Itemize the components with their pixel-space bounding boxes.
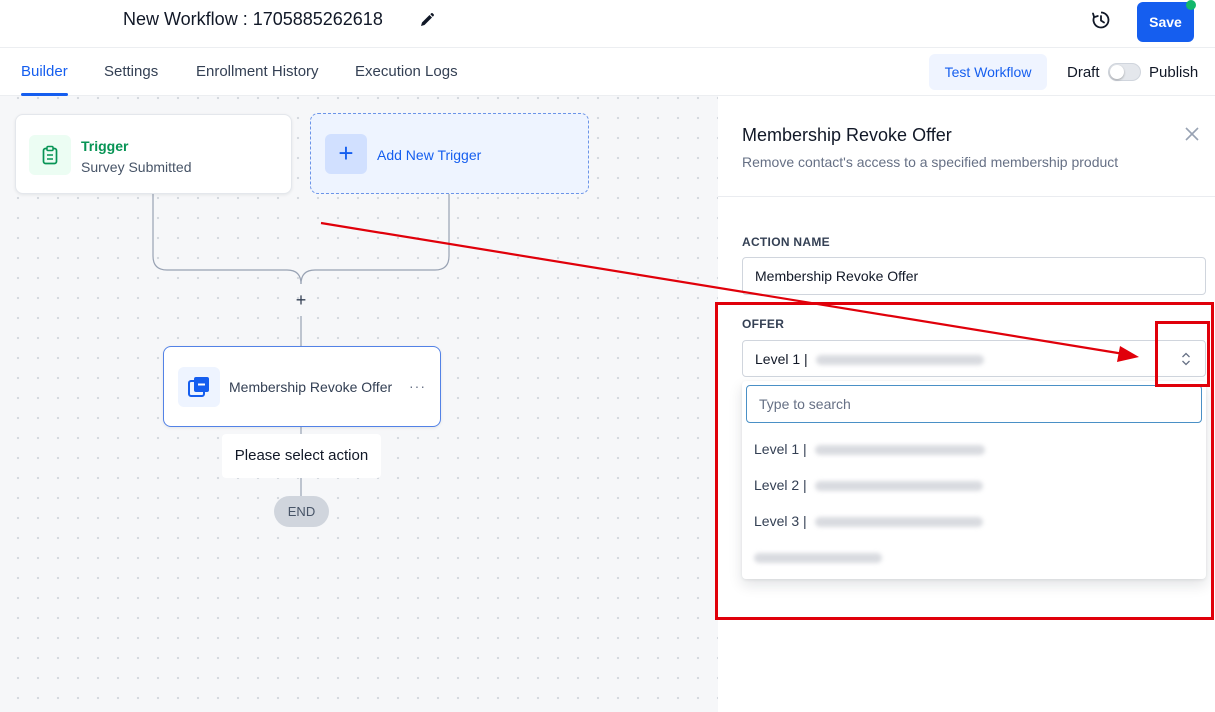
end-node: END — [274, 496, 329, 527]
plus-icon: + — [325, 134, 367, 174]
clipboard-icon — [42, 145, 58, 165]
option-label: Level 3 | — [754, 513, 807, 529]
tabs-bar: Builder Settings Enrollment History Exec… — [0, 48, 1215, 96]
chevron-up-down-icon[interactable] — [1180, 350, 1192, 368]
offer-selected-text: Level 1 | — [755, 351, 808, 367]
action-name-label: ACTION NAME — [742, 235, 830, 249]
select-action-tooltip: Please select action — [222, 434, 381, 478]
blurred-text — [815, 355, 984, 366]
blurred-text — [814, 481, 983, 492]
trigger-card[interactable]: Trigger Survey Submitted — [15, 114, 292, 194]
option-label: Level 1 | — [754, 441, 807, 457]
more-options-icon[interactable]: ··· — [409, 378, 426, 394]
search-input[interactable] — [746, 385, 1202, 423]
offer-label: OFFER — [742, 317, 785, 331]
blurred-text — [814, 445, 985, 456]
add-new-trigger-label: Add New Trigger — [377, 147, 482, 163]
option-label: Level 2 | — [754, 477, 807, 493]
offer-select[interactable]: Level 1 | — [742, 340, 1206, 377]
tab-execution-logs[interactable]: Execution Logs — [355, 63, 458, 80]
dropdown-option[interactable] — [742, 539, 1206, 575]
blurred-text — [754, 553, 882, 564]
save-button[interactable]: Save — [1137, 2, 1194, 42]
tab-builder[interactable]: Builder — [21, 63, 68, 80]
top-bar: New Workflow : 1705885262618 Save — [0, 0, 1215, 48]
tab-enrollment-history[interactable]: Enrollment History — [196, 63, 319, 80]
draft-label: Draft — [1067, 64, 1100, 81]
membership-icon — [188, 377, 209, 397]
dropdown-option[interactable]: Level 3 | — [742, 503, 1206, 539]
unsaved-status-dot — [1186, 0, 1196, 10]
workflow-canvas[interactable]: Trigger Survey Submitted + Add New Trigg… — [0, 96, 718, 712]
action-config-panel: Membership Revoke Offer Remove contact's… — [718, 96, 1215, 712]
action-card-label: Membership Revoke Offer — [229, 379, 393, 395]
publish-toggle[interactable] — [1108, 63, 1141, 81]
add-step-plus-icon[interactable]: + — [293, 291, 309, 309]
trigger-title: Trigger — [81, 138, 129, 154]
trigger-icon-box — [29, 135, 71, 175]
dropdown-option[interactable]: Level 1 | — [742, 431, 1206, 467]
offer-selected-value: Level 1 | — [755, 351, 984, 367]
history-icon[interactable] — [1091, 10, 1111, 30]
offer-dropdown-menu: Level 1 | Level 2 | Level 3 | — [742, 381, 1206, 579]
action-name-input[interactable] — [742, 257, 1206, 295]
tab-settings[interactable]: Settings — [104, 63, 158, 80]
test-workflow-button[interactable]: Test Workflow — [929, 54, 1047, 90]
trigger-subtitle: Survey Submitted — [81, 159, 192, 175]
close-icon[interactable] — [1184, 126, 1200, 142]
toggle-knob — [1110, 65, 1124, 79]
panel-divider — [718, 196, 1215, 197]
publish-label: Publish — [1149, 64, 1199, 81]
blurred-text — [814, 517, 983, 528]
action-icon-box — [178, 367, 220, 407]
workflow-title: New Workflow : 1705885262618 — [123, 9, 383, 29]
dropdown-option[interactable]: Level 2 | — [742, 467, 1206, 503]
panel-subtitle: Remove contact's access to a specified m… — [742, 154, 1119, 170]
pencil-icon[interactable] — [419, 12, 435, 28]
panel-title: Membership Revoke Offer — [742, 125, 952, 145]
action-card[interactable]: Membership Revoke Offer ··· — [163, 346, 441, 427]
add-new-trigger-button[interactable]: + Add New Trigger — [310, 113, 589, 194]
